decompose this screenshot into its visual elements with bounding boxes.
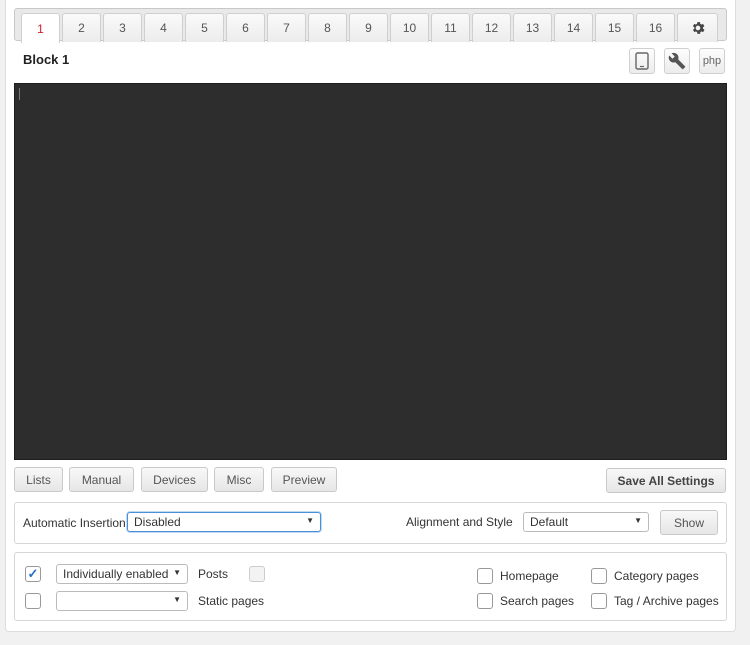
posts-label: Posts xyxy=(198,567,229,581)
code-editor[interactable] xyxy=(14,83,727,460)
block-title: Block 1 xyxy=(23,52,70,67)
search-pages-checkbox[interactable] xyxy=(477,593,493,609)
static-pages-label: Static pages xyxy=(198,594,265,608)
homepage-checkbox[interactable] xyxy=(477,568,493,584)
insertion-box: Automatic Insertion Disabled ▼ Alignment… xyxy=(14,502,727,544)
tab-10[interactable]: 10 xyxy=(390,13,429,42)
search-pages-label: Search pages xyxy=(500,594,575,608)
tab-3[interactable]: 3 xyxy=(103,13,142,42)
automatic-insertion-label: Automatic Insertion xyxy=(23,516,126,530)
category-pages-checkbox[interactable] xyxy=(591,568,607,584)
tab-16[interactable]: 16 xyxy=(636,13,675,42)
chevron-down-icon: ▼ xyxy=(306,516,314,525)
posts-checkbox[interactable]: ✓ xyxy=(25,566,41,582)
tablet-icon xyxy=(635,52,649,70)
tab-6[interactable]: 6 xyxy=(226,13,265,42)
tag-archive-pages-label: Tag / Archive pages xyxy=(614,594,719,608)
tab-4[interactable]: 4 xyxy=(144,13,183,42)
chevron-down-icon: ▼ xyxy=(173,595,181,604)
posts-select[interactable]: Individually enabled ▼ xyxy=(56,564,188,584)
chevron-down-icon: ▼ xyxy=(634,516,642,525)
filters-box: ✓ Individually enabled ▼ Posts ▼ Static … xyxy=(14,552,727,621)
alignment-style-select[interactable]: Default ▼ xyxy=(523,512,649,532)
automatic-insertion-select[interactable]: Disabled ▼ xyxy=(127,512,321,532)
tab-2[interactable]: 2 xyxy=(62,13,101,42)
checkmark-icon: ✓ xyxy=(27,566,39,581)
php-button[interactable]: php xyxy=(699,48,725,74)
posts-extra-checkbox xyxy=(249,566,265,582)
alignment-style-value: Default xyxy=(530,515,569,529)
tab-14[interactable]: 14 xyxy=(554,13,593,42)
block-tabs: 1 2 3 4 5 6 7 8 9 10 11 12 13 14 15 16 xyxy=(14,8,727,43)
text-cursor xyxy=(19,88,20,100)
misc-button[interactable]: Misc xyxy=(214,467,264,492)
tab-11[interactable]: 11 xyxy=(431,13,470,42)
tab-7[interactable]: 7 xyxy=(267,13,306,42)
tab-15[interactable]: 15 xyxy=(595,13,634,42)
devices-button[interactable]: Devices xyxy=(141,467,208,492)
tab-12[interactable]: 12 xyxy=(472,13,511,42)
automatic-insertion-value: Disabled xyxy=(134,515,181,529)
show-button[interactable]: Show xyxy=(660,510,718,535)
wrench-icon xyxy=(668,52,686,70)
tag-archive-pages-checkbox[interactable] xyxy=(591,593,607,609)
tab-5[interactable]: 5 xyxy=(185,13,224,42)
tab-1[interactable]: 1 xyxy=(21,13,60,43)
wrench-button[interactable] xyxy=(664,48,690,74)
posts-select-value: Individually enabled xyxy=(63,567,169,581)
gear-icon xyxy=(692,22,704,34)
tab-9[interactable]: 9 xyxy=(349,13,388,42)
tab-settings[interactable] xyxy=(677,13,718,42)
chevron-down-icon: ▼ xyxy=(173,568,181,577)
manual-button[interactable]: Manual xyxy=(69,467,134,492)
tab-8[interactable]: 8 xyxy=(308,13,347,42)
alignment-style-label: Alignment and Style xyxy=(406,515,513,529)
lists-button[interactable]: Lists xyxy=(14,467,63,492)
category-pages-label: Category pages xyxy=(614,569,699,583)
preview-button[interactable]: Preview xyxy=(271,467,337,492)
device-button[interactable] xyxy=(629,48,655,74)
static-pages-select[interactable]: ▼ xyxy=(56,591,188,611)
save-all-settings-button[interactable]: Save All Settings xyxy=(606,468,726,493)
tab-13[interactable]: 13 xyxy=(513,13,552,42)
static-pages-checkbox[interactable] xyxy=(25,593,41,609)
homepage-label: Homepage xyxy=(500,569,559,583)
